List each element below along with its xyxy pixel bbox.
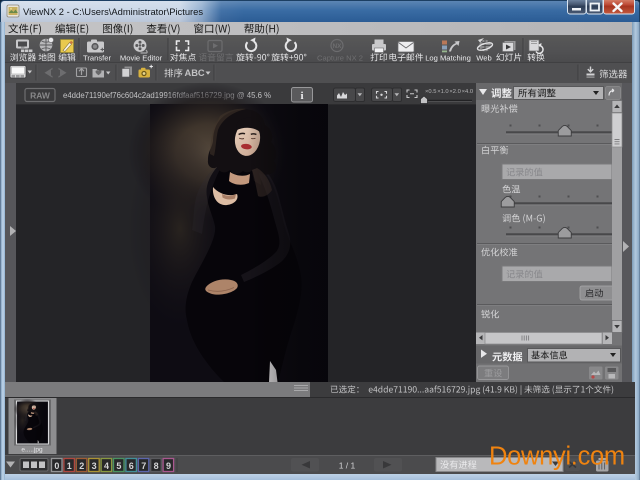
svg-text:4: 4	[104, 461, 109, 471]
svg-text:2: 2	[79, 461, 84, 471]
svg-text:9: 9	[166, 461, 171, 471]
svg-text:Downyi.com: Downyi.com	[489, 443, 625, 471]
svg-text:RAW: RAW	[30, 91, 51, 101]
svg-text:×1.0: ×1.0	[437, 89, 448, 95]
svg-text:×0.5: ×0.5	[425, 89, 436, 95]
svg-text:8: 8	[154, 461, 159, 471]
svg-text:×2.0: ×2.0	[449, 89, 460, 95]
svg-text:i: i	[300, 90, 303, 102]
svg-text:1 / 1: 1 / 1	[339, 461, 356, 471]
svg-text:ViewNX 2 - C:\Users\Administra: ViewNX 2 - C:\Users\Administrator\Pictur…	[23, 6, 203, 17]
svg-text:Web: Web	[476, 54, 491, 63]
svg-text:e.....jpg: e.....jpg	[21, 447, 43, 454]
svg-text:3: 3	[92, 461, 97, 471]
svg-text:×4.0: ×4.0	[462, 89, 473, 95]
svg-text:1: 1	[67, 461, 72, 471]
svg-text:7: 7	[141, 461, 146, 471]
svg-text:ABC: ABC	[185, 68, 205, 78]
svg-text:Movie Editor: Movie Editor	[120, 54, 163, 63]
svg-text:NX: NX	[332, 43, 342, 50]
svg-text:Log Matching: Log Matching	[425, 54, 471, 63]
svg-text:0: 0	[54, 461, 59, 471]
svg-text:5: 5	[116, 461, 121, 471]
svg-text:Transfer: Transfer	[83, 54, 111, 63]
svg-text:6: 6	[129, 461, 134, 471]
svg-text:Capture NX 2: Capture NX 2	[317, 54, 363, 63]
